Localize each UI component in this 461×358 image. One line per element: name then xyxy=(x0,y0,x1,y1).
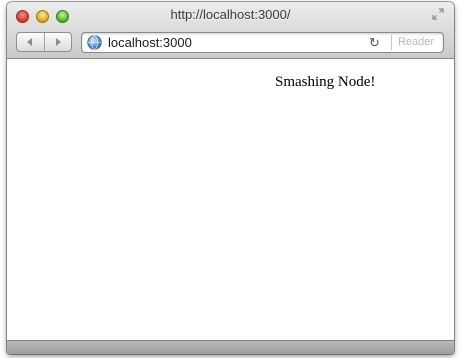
forward-arrow-icon xyxy=(55,38,61,46)
title-bar[interactable]: http://localhost:3000/ localhost:3000 ↻ … xyxy=(7,2,454,59)
fullscreen-icon[interactable] xyxy=(432,8,444,20)
globe-icon xyxy=(87,35,102,50)
back-arrow-icon xyxy=(27,38,33,46)
page-content: Smashing Node! xyxy=(7,59,454,340)
page-text: Smashing Node! xyxy=(275,74,376,90)
reload-icon[interactable]: ↻ xyxy=(367,35,382,50)
url-text[interactable]: localhost:3000 xyxy=(108,35,192,50)
back-button[interactable] xyxy=(17,33,45,51)
browser-window: http://localhost:3000/ localhost:3000 ↻ … xyxy=(7,2,454,354)
reader-button[interactable]: Reader xyxy=(391,35,440,50)
forward-button[interactable] xyxy=(45,33,72,51)
window-title: http://localhost:3000/ xyxy=(170,7,291,22)
navigation-buttons xyxy=(16,32,72,52)
status-bar xyxy=(7,340,454,354)
address-bar[interactable]: localhost:3000 ↻ Reader xyxy=(81,32,444,53)
